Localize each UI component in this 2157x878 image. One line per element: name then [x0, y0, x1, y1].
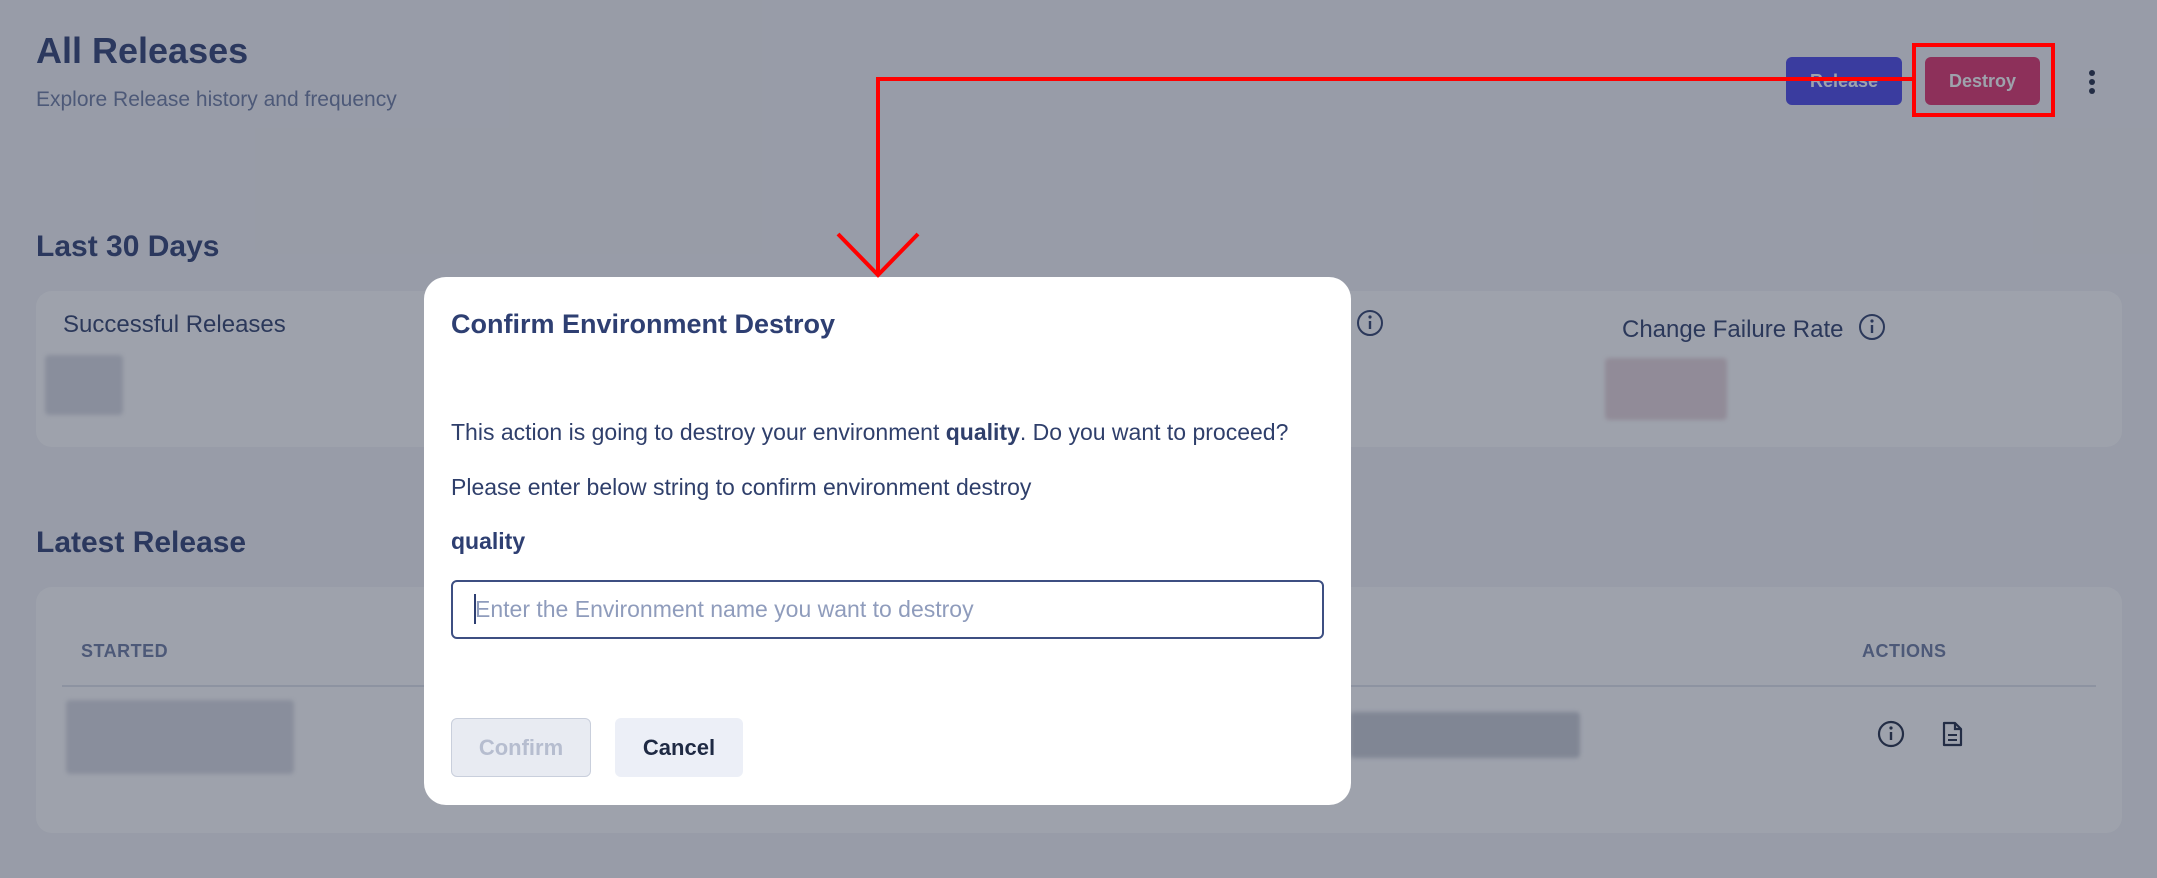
environment-name-input[interactable]	[451, 580, 1324, 639]
text-cursor	[474, 594, 476, 624]
confirm-string: quality	[451, 528, 526, 554]
dialog-instruction: Please enter below string to confirm env…	[451, 474, 1032, 500]
dialog-title: Confirm Environment Destroy	[451, 309, 836, 339]
confirm-destroy-dialog: Confirm Environment Destroy This action …	[424, 277, 1351, 805]
environment-name: quality	[945, 419, 1020, 445]
message-suffix: . Do you want to proceed?	[1019, 419, 1289, 445]
cancel-button[interactable]: Cancel	[615, 718, 743, 777]
confirm-button[interactable]: Confirm	[451, 718, 591, 777]
message-prefix: This action is going to destroy your env…	[451, 419, 946, 445]
dialog-message: This action is going to destroy your env…	[451, 419, 1288, 446]
